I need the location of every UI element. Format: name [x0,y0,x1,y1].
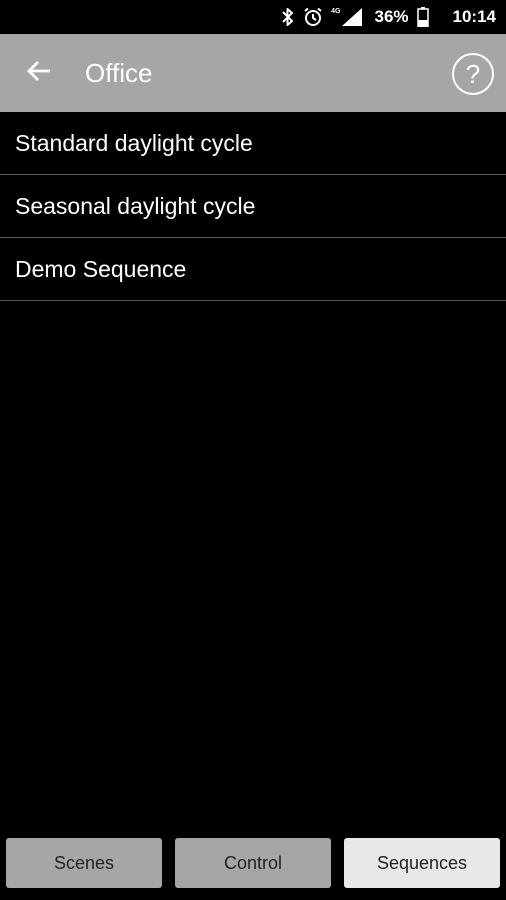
bottom-tab-bar: Scenes Control Sequences [0,836,506,890]
list-item[interactable]: Standard daylight cycle [0,112,506,175]
help-icon: ? [465,58,481,89]
page-title: Office [85,58,153,88]
signal-icon [342,8,363,26]
list-item[interactable]: Seasonal daylight cycle [0,175,506,238]
tab-control[interactable]: Control [175,838,331,888]
help-button[interactable]: ? [452,53,494,95]
network-type-label: 4G [331,7,341,15]
list-item[interactable]: Demo Sequence [0,238,506,301]
status-bar: 4G 36% 10:14 [0,0,506,34]
battery-percent: 36% [374,7,409,26]
app-bar: Office ? [0,34,506,112]
bluetooth-icon [281,7,295,27]
tab-scenes[interactable]: Scenes [6,838,162,888]
arrow-left-icon [26,58,52,89]
status-icons: 4G 36% 10:14 [281,0,496,34]
back-button[interactable] [20,54,58,92]
battery-icon [416,7,429,27]
alarm-icon [303,7,323,27]
tab-sequences[interactable]: Sequences [344,838,500,888]
clock: 10:14 [452,7,496,26]
sequence-list: Standard daylight cycle Seasonal dayligh… [0,112,506,301]
